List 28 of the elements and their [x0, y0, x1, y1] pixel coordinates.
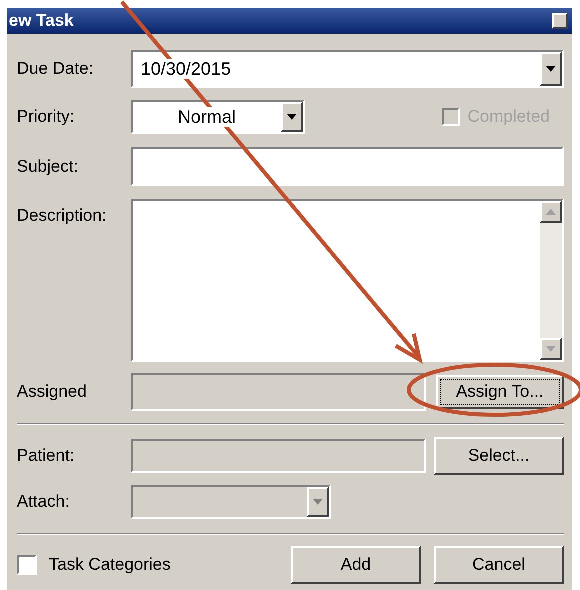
field-label: Due Date:: [17, 58, 95, 80]
date-field[interactable]: 10/30/2015: [131, 50, 564, 88]
priority-dropdown[interactable]: Normal: [131, 100, 305, 134]
checkbox-label: Task Categories: [49, 554, 171, 576]
close-button[interactable]: [552, 13, 568, 29]
field-label: Subject:: [17, 156, 80, 178]
field-label: Attach:: [17, 491, 71, 514]
dropdown-button[interactable]: [281, 102, 303, 132]
scroll-down-icon: [546, 346, 556, 352]
description-field[interactable]: [131, 199, 564, 362]
priority-value: Normal: [178, 106, 236, 126]
field-label: Patient:: [17, 445, 76, 468]
field-label: Priority:: [17, 106, 76, 128]
dropdown-button[interactable]: [540, 52, 562, 86]
window-title: ew Task: [9, 10, 74, 32]
field-label: Assigned: [17, 381, 88, 404]
select-button[interactable]: Select...: [434, 437, 564, 475]
task-categories-checkbox[interactable]: [17, 555, 37, 575]
add-button[interactable]: Add: [291, 546, 421, 584]
subject-field[interactable]: [131, 147, 564, 186]
field-label: Description:: [17, 205, 108, 227]
caret-icon: [546, 66, 556, 72]
assign-to-button[interactable]: Assign To...: [436, 375, 564, 409]
scroll-up-icon: [546, 209, 556, 215]
caret-icon: [287, 114, 297, 120]
caret-icon: [313, 499, 323, 505]
cancel-button[interactable]: Cancel: [434, 546, 564, 584]
scrollbar[interactable]: [540, 201, 562, 360]
